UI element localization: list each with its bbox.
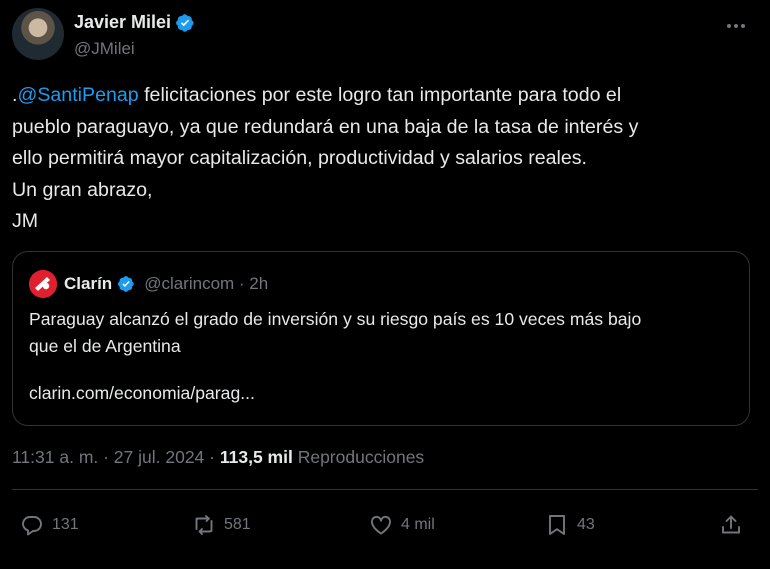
like-icon: [371, 515, 391, 535]
reply-button[interactable]: 131: [20, 505, 79, 545]
verified-badge-icon: [176, 13, 194, 32]
action-bar: 131 581 4 mil 43: [0, 505, 770, 545]
author-display-name[interactable]: Javier Milei: [74, 12, 171, 33]
quote-display-name[interactable]: Clarín: [64, 274, 112, 294]
clarin-logo[interactable]: [29, 270, 57, 298]
bookmark-count: 43: [577, 516, 595, 533]
quote-line: Paraguay alcanzó el grado de inversión y…: [29, 309, 642, 329]
like-count: 4 mil: [401, 516, 435, 533]
tweet-text: .@SantiPenap felicitaciones por este log…: [12, 80, 758, 238]
bookmark-icon: [549, 515, 565, 535]
tweet-line: ello permitirá mayor capitalización, pro…: [12, 147, 588, 169]
verified-badge-icon: [118, 276, 134, 292]
repost-icon: [195, 515, 213, 535]
tweet-line-text: felicitaciones por este logro tan import…: [138, 84, 622, 106]
quoted-tweet[interactable]: Clarín @clarincom · 2h Paraguay alcanzó …: [12, 251, 750, 426]
share-button[interactable]: [719, 505, 743, 545]
tweet-meta: 11:31 a. m. · 27 jul. 2024 · 113,5 mil R…: [12, 447, 424, 468]
quote-line: que el de Argentina: [29, 336, 181, 356]
quote-handle-time[interactable]: @clarincom · 2h: [144, 274, 268, 294]
tweet: Javier Milei @JMilei .@SantiPenap felici…: [0, 0, 770, 569]
avatar[interactable]: [12, 8, 64, 60]
clarin-logo-mark: [29, 270, 57, 298]
views-count: 113,5 mil: [219, 447, 293, 467]
tweet-line: pueblo paraguayo, ya que redundará en un…: [12, 115, 639, 138]
like-button[interactable]: 4 mil: [369, 505, 435, 545]
tweet-line: .@SantiPenap felicitaciones por este log…: [12, 80, 758, 112]
quote-text: Paraguay alcanzó el grado de inversión y…: [29, 306, 729, 360]
quote-link[interactable]: clarin.com/economia/parag...: [29, 383, 255, 404]
repost-count: 581: [224, 516, 251, 533]
more-icon[interactable]: [724, 14, 748, 38]
repost-button[interactable]: 581: [192, 505, 251, 545]
reply-icon: [22, 516, 42, 536]
quote-header: Clarín @clarincom · 2h: [29, 270, 268, 298]
tweet-header: Javier Milei @JMilei: [12, 8, 758, 64]
reply-count: 131: [52, 516, 79, 533]
mention-link[interactable]: @SantiPenap: [17, 84, 138, 106]
share-icon: [722, 515, 740, 534]
timestamp[interactable]: 11:31 a. m. · 27 jul. 2024 ·: [12, 447, 220, 467]
tweet-line: JM: [12, 210, 39, 232]
author-handle[interactable]: @JMilei: [74, 39, 195, 59]
tweet-line: Un gran abrazo,: [12, 178, 153, 201]
divider: [12, 489, 758, 490]
views-label: Reproducciones: [292, 447, 425, 467]
author-info: Javier Milei @JMilei: [74, 12, 195, 64]
bookmark-button[interactable]: 43: [545, 505, 595, 545]
name-row: Javier Milei: [74, 12, 195, 33]
